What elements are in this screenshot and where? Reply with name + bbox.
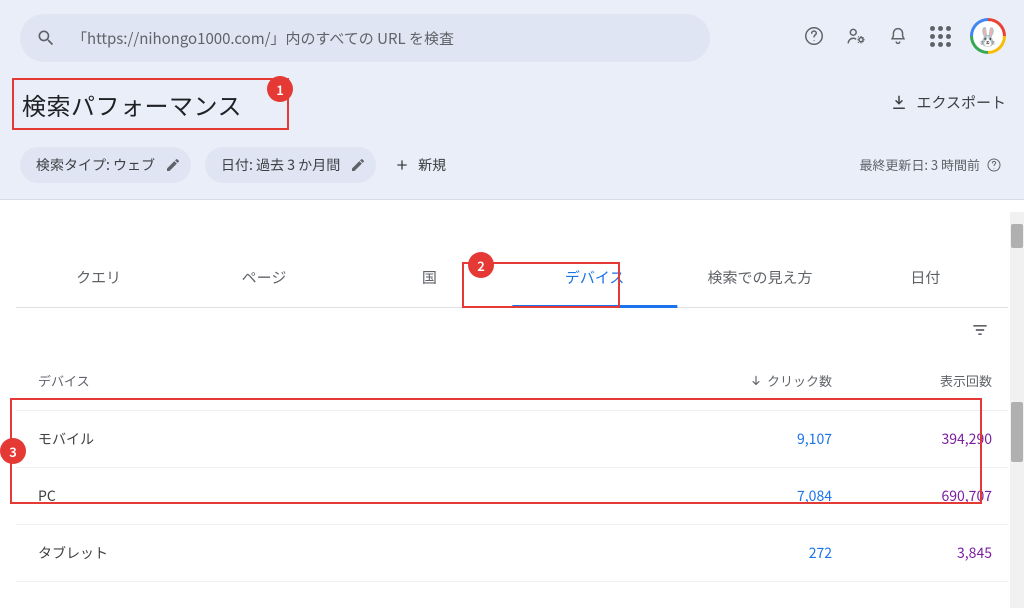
notifications-icon[interactable] [886, 24, 910, 48]
cell-impressions: 3,845 [832, 543, 992, 563]
table-header: デバイス クリック数 表示回数 [16, 351, 1008, 411]
help-icon[interactable] [802, 24, 826, 48]
cell-device: PC [38, 486, 672, 506]
export-label: エクスポート [916, 92, 1006, 113]
download-icon [890, 94, 908, 112]
last-updated: 最終更新日: 3 時間前 [859, 155, 1002, 174]
th-clicks[interactable]: クリック数 [672, 371, 832, 390]
apps-icon[interactable] [928, 24, 952, 48]
chip-label: 日付: 過去 3 か月間 [221, 155, 340, 175]
search-bar[interactable]: 「https://nihongo1000.com/」内のすべての URL を検査 [20, 14, 710, 62]
th-impressions[interactable]: 表示回数 [832, 371, 992, 390]
cell-clicks: 9,107 [672, 429, 832, 449]
user-settings-icon[interactable] [844, 24, 868, 48]
sort-desc-icon [749, 374, 763, 388]
page-title: 検索パフォーマンス [22, 87, 242, 122]
cell-clicks: 272 [672, 543, 832, 563]
tab-page[interactable]: ページ [181, 248, 346, 308]
table-filter-icon[interactable] [970, 320, 990, 345]
pencil-icon [165, 157, 181, 173]
cell-device: モバイル [38, 429, 672, 449]
filter-chip-date[interactable]: 日付: 過去 3 か月間 [205, 147, 376, 183]
th-device[interactable]: デバイス [38, 371, 672, 390]
plus-icon [394, 157, 410, 173]
annotation-badge-2: 2 [468, 252, 494, 278]
search-icon [36, 28, 56, 48]
table-row[interactable]: タブレット 272 3,845 [16, 525, 1008, 582]
scrollbar-thumb[interactable] [1011, 402, 1023, 462]
cell-device: タブレット [38, 543, 672, 563]
add-filter-button[interactable]: 新規 [394, 155, 446, 175]
tab-query[interactable]: クエリ [16, 248, 181, 308]
pencil-icon [350, 157, 366, 173]
cell-clicks: 7,084 [672, 486, 832, 506]
scrollbar-thumb[interactable] [1011, 224, 1023, 248]
tab-device[interactable]: デバイス [512, 248, 677, 308]
cell-impressions: 394,290 [832, 429, 992, 449]
add-filter-label: 新規 [418, 155, 446, 175]
cell-impressions: 690,707 [832, 486, 992, 506]
table-row[interactable]: モバイル 9,107 394,290 [16, 411, 1008, 468]
tab-appearance[interactable]: 検索での見え方 [677, 248, 842, 308]
tabs: クエリ ページ 国 デバイス 検索での見え方 日付 2 [16, 248, 1008, 308]
export-button[interactable]: エクスポート [890, 92, 1006, 113]
device-table: デバイス クリック数 表示回数 モバイル 9,107 394,290 PC 7,… [16, 351, 1008, 582]
page-title-highlight: 検索パフォーマンス [12, 78, 289, 130]
annotation-badge-1: 1 [267, 76, 293, 102]
table-row[interactable]: PC 7,084 690,707 [16, 468, 1008, 525]
help-icon[interactable] [986, 157, 1002, 173]
annotation-badge-3: 3 [0, 438, 26, 464]
scrollbar[interactable] [1010, 212, 1024, 608]
tab-date[interactable]: 日付 [843, 248, 1008, 308]
filter-chip-search-type[interactable]: 検索タイプ: ウェブ [20, 147, 191, 183]
search-placeholder: 「https://nihongo1000.com/」内のすべての URL を検査 [72, 28, 454, 49]
chip-label: 検索タイプ: ウェブ [36, 155, 155, 175]
avatar[interactable]: 🐰 [970, 18, 1006, 54]
